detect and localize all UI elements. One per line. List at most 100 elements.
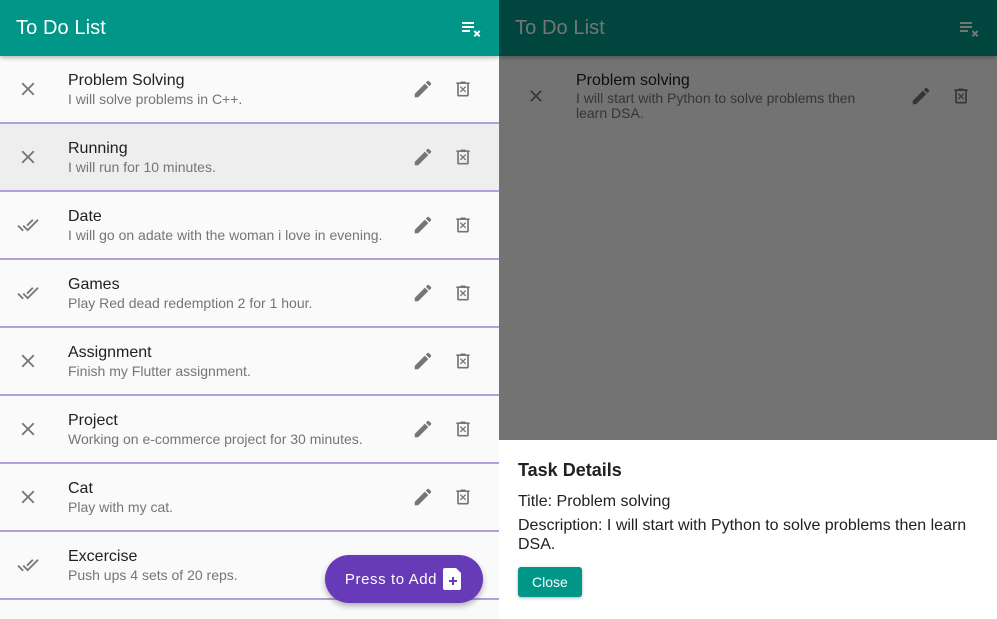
list-item[interactable]: Assignment Finish my Flutter assignment. <box>0 328 499 396</box>
task-description: Working on e-commerce project for 30 min… <box>68 430 363 447</box>
close-button[interactable]: Close <box>518 567 582 597</box>
task-actions <box>403 273 499 313</box>
edit-icon <box>414 488 432 506</box>
edit-button[interactable] <box>901 76 941 116</box>
task-list: Problem Solving I will solve problems in… <box>0 56 499 600</box>
done-all-icon <box>17 219 39 232</box>
task-title: Assignment <box>68 343 152 361</box>
task-text: Running I will run for 10 minutes. <box>56 139 403 176</box>
edit-button[interactable] <box>403 409 443 449</box>
task-description: Finish my Flutter assignment. <box>68 362 251 379</box>
task-actions <box>403 409 499 449</box>
close-icon <box>21 354 35 368</box>
edit-button[interactable] <box>403 205 443 245</box>
app-title: To Do List <box>16 16 106 39</box>
list-item[interactable]: Date I will go on adate with the woman i… <box>0 192 499 260</box>
delete-button[interactable] <box>443 273 483 313</box>
edit-icon <box>414 80 432 98</box>
task-title: Date <box>68 207 102 225</box>
status-toggle[interactable] <box>0 396 56 462</box>
task-actions <box>403 69 499 109</box>
task-details-sheet: Task Details Title: Problem solving Desc… <box>499 440 997 619</box>
task-actions <box>901 76 997 116</box>
task-description: I will run for 10 minutes. <box>68 158 216 175</box>
app-title-detail: To Do List <box>515 16 605 39</box>
edit-icon <box>414 216 432 234</box>
delete-button[interactable] <box>443 477 483 517</box>
list-item[interactable]: Games Play Red dead redemption 2 for 1 h… <box>0 260 499 328</box>
task-title: Project <box>68 411 118 429</box>
task-description: I will go on adate with the woman i love… <box>68 226 383 243</box>
edit-button[interactable] <box>403 137 443 177</box>
delete-button[interactable] <box>443 69 483 109</box>
close-icon <box>21 150 35 164</box>
detail-description: Description: I will start with Python to… <box>518 517 967 553</box>
delete-button[interactable] <box>443 205 483 245</box>
delete-icon <box>456 353 470 369</box>
task-text: Cat Play with my cat. <box>56 479 403 516</box>
app-bar-detail: To Do List <box>499 0 997 56</box>
delete-button[interactable] <box>443 341 483 381</box>
delete-button[interactable] <box>443 409 483 449</box>
sheet-heading: Task Details <box>518 460 622 480</box>
status-toggle[interactable] <box>0 124 56 190</box>
status-toggle[interactable] <box>0 328 56 394</box>
close-icon <box>21 422 35 436</box>
task-actions <box>403 341 499 381</box>
clear-all-icon <box>462 22 481 37</box>
close-icon <box>21 490 35 504</box>
task-description: I will start with Python to solve proble… <box>576 91 856 121</box>
status-toggle[interactable] <box>0 260 56 326</box>
list-item[interactable]: Running I will run for 10 minutes. <box>0 124 499 192</box>
task-description: Play Red dead redemption 2 for 1 hour. <box>68 294 313 311</box>
task-text: Assignment Finish my Flutter assignment. <box>56 343 403 380</box>
list-item[interactable]: Project Working on e-commerce project fo… <box>0 396 499 464</box>
delete-icon <box>456 489 470 505</box>
delete-icon <box>456 285 470 301</box>
done-all-icon <box>17 559 39 572</box>
list-item[interactable]: Problem solving I will start with Python… <box>499 56 997 136</box>
task-title: Running <box>68 139 128 157</box>
edit-button[interactable] <box>403 69 443 109</box>
delete-icon <box>456 421 470 437</box>
edit-icon <box>414 352 432 370</box>
edit-icon <box>414 284 432 302</box>
delete-icon <box>456 149 470 165</box>
delete-icon <box>456 217 470 233</box>
task-text: Date I will go on adate with the woman i… <box>56 207 403 244</box>
list-item[interactable]: Problem Solving I will solve problems in… <box>0 56 499 124</box>
status-toggle[interactable] <box>0 532 56 598</box>
edit-icon <box>414 148 432 166</box>
task-text: Problem solving I will start with Python… <box>573 71 901 121</box>
list-item[interactable]: Cat Play with my cat. <box>0 464 499 532</box>
clear-all-icon <box>960 22 979 37</box>
add-task-label: Press to Add <box>344 570 438 588</box>
task-text: Problem Solving I will solve problems in… <box>56 71 403 108</box>
status-toggle[interactable] <box>0 464 56 530</box>
delete-button[interactable] <box>443 137 483 177</box>
edit-button[interactable] <box>403 341 443 381</box>
task-title: Problem solving <box>576 72 690 89</box>
close-icon <box>530 90 542 102</box>
status-toggle[interactable] <box>0 56 56 122</box>
status-toggle[interactable] <box>499 56 573 136</box>
main-screen: To Do List Problem Solving I will solve … <box>0 0 499 619</box>
task-description: I will solve problems in C++. <box>68 90 243 107</box>
task-text: Games Play Red dead redemption 2 for 1 h… <box>56 275 403 312</box>
status-toggle[interactable] <box>0 192 56 258</box>
task-actions <box>403 477 499 517</box>
clear-all-button[interactable] <box>451 8 491 48</box>
task-actions <box>403 137 499 177</box>
task-title: Cat <box>68 479 93 497</box>
delete-button[interactable] <box>941 76 981 116</box>
edit-button[interactable] <box>403 477 443 517</box>
edit-icon <box>414 420 432 438</box>
task-text: Project Working on e-commerce project fo… <box>56 411 403 448</box>
detail-title: Title: Problem solving <box>518 493 671 510</box>
clear-all-button-detail[interactable] <box>949 8 989 48</box>
add-task-button[interactable]: Press to Add <box>325 555 483 603</box>
edit-button[interactable] <box>403 273 443 313</box>
delete-icon <box>456 81 470 97</box>
task-title: Problem Solving <box>68 71 185 89</box>
task-title: Games <box>68 275 120 293</box>
